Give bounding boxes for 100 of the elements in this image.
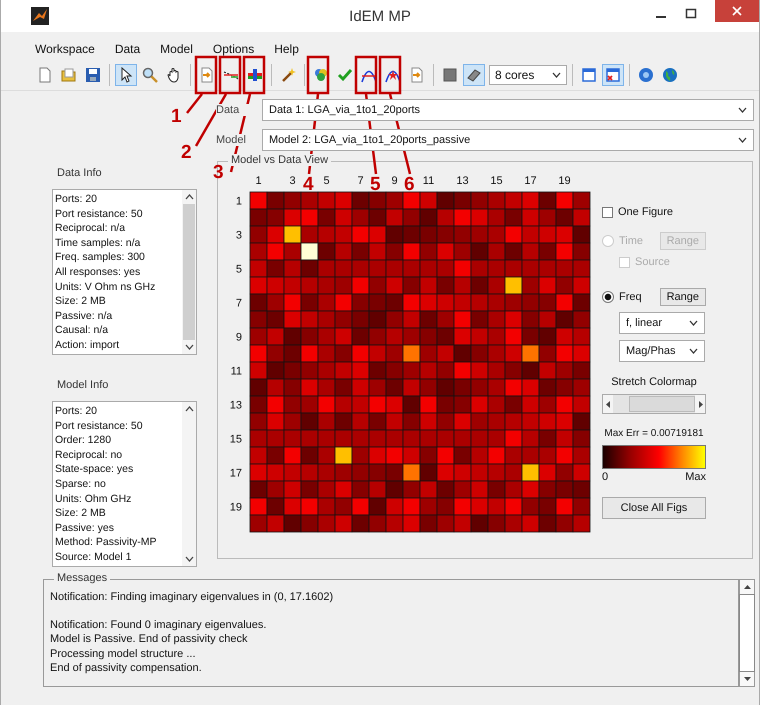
callout-box xyxy=(306,56,330,94)
callout-box xyxy=(242,56,266,94)
checkbox[interactable]: One Figure xyxy=(602,206,706,218)
info-line: Freq. samples: 300 xyxy=(55,250,146,265)
message-line: Processing model structure ... xyxy=(50,646,197,661)
window-close-icon xyxy=(605,67,621,83)
axis-label: 11 xyxy=(230,366,242,378)
page-arrow-icon xyxy=(409,67,425,83)
close-button[interactable] xyxy=(715,0,759,22)
help-icon xyxy=(638,67,654,83)
magnifier-icon xyxy=(142,67,158,83)
maximize-icon[interactable] xyxy=(685,8,697,20)
scroll-up-icon[interactable] xyxy=(184,406,194,412)
slider[interactable] xyxy=(602,394,706,414)
bar-icon xyxy=(247,67,263,83)
scrollbar[interactable] xyxy=(739,579,755,687)
slider-right-button[interactable] xyxy=(695,395,705,413)
info-line: Action: import xyxy=(55,338,120,353)
radio-button[interactable]: Freq xyxy=(602,291,642,303)
axis-label: 19 xyxy=(230,502,242,514)
caret-icon xyxy=(689,320,698,326)
axis-label: 3 xyxy=(289,175,296,187)
axis-label: 7 xyxy=(357,175,364,187)
info-line: Port resistance: 50 xyxy=(55,418,144,434)
callout-number: 3 xyxy=(213,162,224,183)
panel-title: Model vs Data View xyxy=(228,154,332,166)
axis-label: 13 xyxy=(456,175,469,187)
slider-left-button[interactable] xyxy=(603,395,613,413)
message-line: End of passivity compensation. xyxy=(50,661,203,676)
dropdown[interactable]: f, linear xyxy=(619,312,705,334)
toolbar-button[interactable] xyxy=(463,64,485,86)
axis-label: 9 xyxy=(236,332,242,344)
message-line: Model is Passive. End of passivity check xyxy=(50,632,248,646)
axis-label: 5 xyxy=(236,264,242,276)
callout-box xyxy=(218,56,242,94)
scrollbar[interactable] xyxy=(182,402,196,566)
eraser-icon xyxy=(466,67,482,83)
axis-label: 11 xyxy=(422,175,434,187)
checkmark-icon xyxy=(337,67,353,83)
close-figures-button[interactable]: Close All Figs xyxy=(602,497,706,519)
page-icon xyxy=(37,67,53,83)
scroll-up-icon[interactable] xyxy=(742,584,752,590)
menu-item[interactable]: Options xyxy=(212,42,254,56)
axis-label: 15 xyxy=(490,175,503,187)
axis-label: 1 xyxy=(236,196,242,208)
axis-label: 5 xyxy=(323,175,330,187)
menu-item[interactable]: Data xyxy=(114,42,140,56)
info-line: Time samples: n/a xyxy=(55,236,142,250)
axis-label: 15 xyxy=(230,434,242,446)
callout-number: 4 xyxy=(303,174,314,195)
info-line: Reciprocal: no xyxy=(55,448,124,462)
info-line: Sparse: no xyxy=(55,476,107,492)
scroll-down-icon[interactable] xyxy=(742,676,752,682)
info-line: Causal: n/a xyxy=(55,323,110,338)
right-arrow-icon xyxy=(698,400,702,408)
colorbar-label: Max xyxy=(685,471,706,483)
dropdown[interactable]: Data 1: LGA_via_1to1_20ports xyxy=(262,99,754,121)
callout-number: 1 xyxy=(171,106,182,127)
axis-label: 7 xyxy=(236,298,242,310)
scroll-down-icon[interactable] xyxy=(184,344,194,350)
toolbar-button[interactable] xyxy=(115,64,137,86)
info-line: Source: Model 1 xyxy=(55,550,132,565)
max-error-text: Max Err = 0.00719181 xyxy=(603,428,705,439)
caret-icon xyxy=(552,72,561,78)
square-icon xyxy=(442,67,458,83)
globe-icon xyxy=(662,67,678,83)
page-arrow-icon xyxy=(199,67,215,83)
cores-dropdown[interactable]: 8 cores xyxy=(489,65,567,85)
caret-icon xyxy=(738,137,747,143)
dropdown[interactable]: Mag/Phas xyxy=(619,340,705,362)
menu-item[interactable]: Model xyxy=(160,42,193,56)
wand-icon xyxy=(280,67,296,83)
callout-number: 2 xyxy=(181,142,192,163)
menu-item[interactable]: Workspace xyxy=(35,42,95,56)
left-arrow-icon xyxy=(606,400,610,408)
panel-title: Data Info xyxy=(57,167,103,179)
range-button[interactable]: Range xyxy=(660,288,706,306)
callout-number: 6 xyxy=(404,174,415,195)
dropdown[interactable]: Model 2: LGA_via_1to1_20ports_passive xyxy=(262,129,754,151)
info-line: Passive: n/a xyxy=(55,308,114,324)
scrollbar[interactable] xyxy=(182,190,196,354)
info-line: Ports: 20 xyxy=(55,404,98,419)
caret-icon xyxy=(689,348,698,354)
info-line: Size: 2 MB xyxy=(55,506,107,521)
window-title: IdEM MP xyxy=(348,8,412,24)
info-line: Passive: yes xyxy=(55,520,115,536)
callout-box xyxy=(378,56,402,94)
menu-item[interactable]: Help xyxy=(274,42,299,56)
axis-label: 3 xyxy=(236,230,242,242)
panel-title: Model Info xyxy=(57,379,110,391)
axis-label: 9 xyxy=(391,175,398,187)
info-line: Order: 1280 xyxy=(55,433,112,448)
slider-thumb[interactable] xyxy=(629,396,695,412)
info-line: All responses: yes xyxy=(55,264,142,280)
window-icon xyxy=(581,67,597,83)
scroll-down-icon[interactable] xyxy=(184,556,194,562)
panel-title: Messages xyxy=(54,572,110,584)
info-line: Method: Passivity-MP xyxy=(55,535,158,550)
scroll-up-icon[interactable] xyxy=(184,194,194,200)
info-line: Port resistance: 50 xyxy=(55,206,144,222)
